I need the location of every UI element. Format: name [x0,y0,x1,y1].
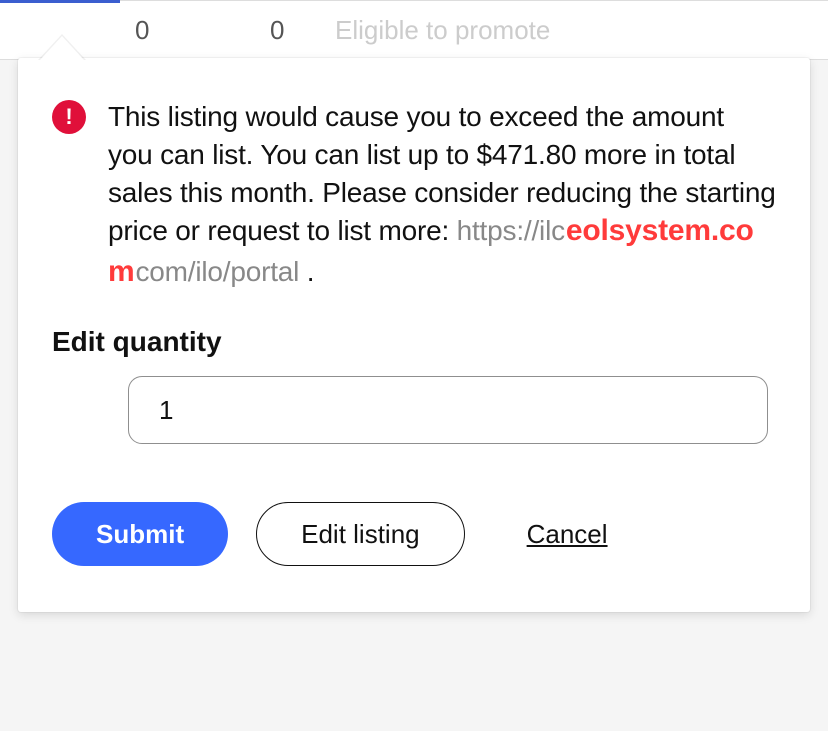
alert-message: This listing would cause you to exceed t… [108,98,776,292]
button-row: Submit Edit listing Cancel [52,502,776,566]
submit-button[interactable]: Submit [52,502,228,566]
popover-dialog: ! This listing would cause you to exceed… [18,58,810,612]
alert-link-prefix: https://ilc [457,215,565,246]
quantity-label: Edit quantity [52,326,776,358]
active-tab-indicator [0,0,120,3]
error-icon: ! [52,100,86,134]
alert-period: . [299,256,314,287]
alert-row: ! This listing would cause you to exceed… [52,98,776,292]
cancel-button[interactable]: Cancel [527,519,608,550]
popover-arrow [40,36,84,60]
background-status-text: Eligible to promote [335,15,550,46]
background-count-1: 0 [135,15,149,46]
edit-listing-button[interactable]: Edit listing [256,502,465,566]
background-row: 0 0 Eligible to promote [0,0,828,60]
alert-link-suffix: com/ilo/portal [135,256,299,287]
error-icon-glyph: ! [65,104,72,130]
quantity-input[interactable] [128,376,768,444]
background-count-2: 0 [270,15,284,46]
